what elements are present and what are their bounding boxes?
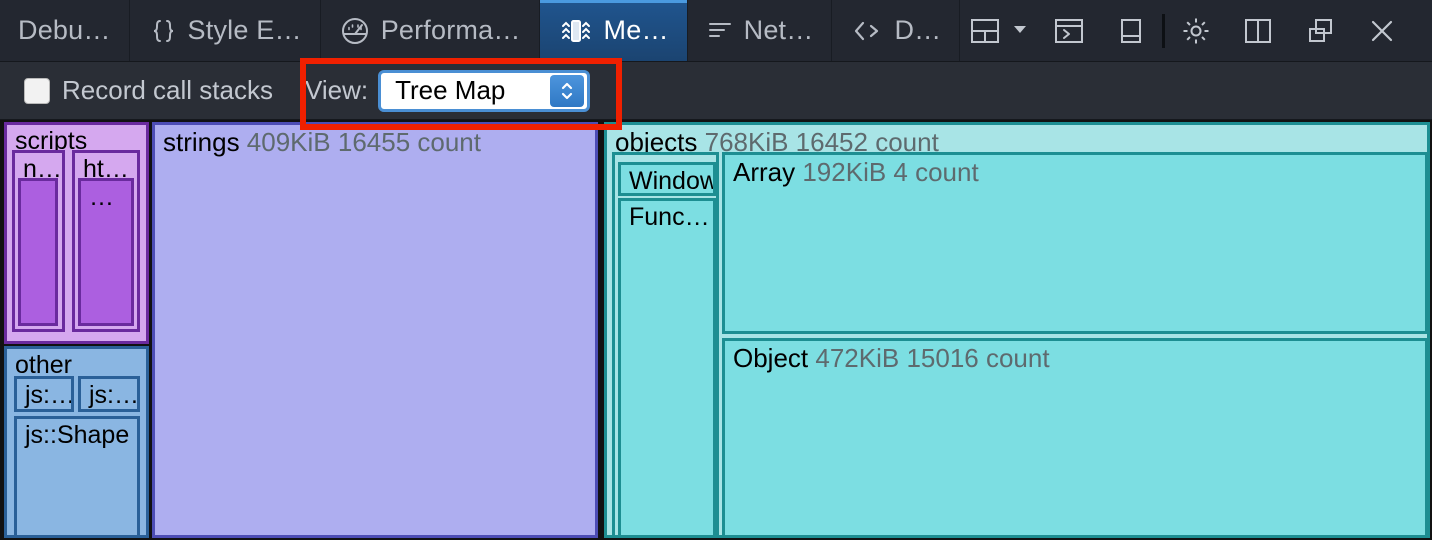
treemap-node-label-objects-window: Window <box>621 165 716 196</box>
tab-dom[interactable]: D… <box>832 0 960 61</box>
treemap-node-name: js:… <box>89 381 139 409</box>
lines-icon <box>706 17 734 45</box>
treemap-node-name: Func… <box>629 203 710 231</box>
treemap-node-name: other <box>15 351 72 379</box>
chevrons-icon <box>850 16 884 46</box>
treemap-node-objects-window[interactable]: Window <box>618 162 716 196</box>
tab-network-label: Net… <box>744 15 814 46</box>
treemap-node-name: … <box>89 183 114 211</box>
treemap-node-strings[interactable]: strings 409KiB 16455 count <box>152 122 598 538</box>
treemap-node-other-shape[interactable]: js::Shape <box>14 416 140 538</box>
treemap-node-name: strings <box>163 127 240 157</box>
tab-memory[interactable]: Me… <box>540 0 688 61</box>
separate-window-icon[interactable] <box>1289 0 1351 61</box>
treemap-node-name: Array <box>733 157 795 187</box>
tab-dom-label: D… <box>894 15 941 46</box>
treemap-node-other-js2[interactable]: js:… <box>78 376 140 412</box>
view-dropdown[interactable]: Tree Map <box>378 70 590 112</box>
layout-split-icon[interactable] <box>960 0 1038 61</box>
treemap-node-scripts-n-leaf[interactable] <box>18 178 58 326</box>
console-prompt-icon[interactable] <box>1038 0 1100 61</box>
braces-icon <box>148 16 178 46</box>
memory-options-toolbar: Record call stacks View: Tree Map <box>0 62 1432 120</box>
treemap-node-name: js::Shape <box>25 421 129 449</box>
record-call-stacks-label: Record call stacks <box>62 75 273 106</box>
tab-performance-label: Performa… <box>381 15 521 46</box>
tab-memory-label: Me… <box>604 15 669 46</box>
record-call-stacks-control[interactable]: Record call stacks <box>24 75 273 106</box>
tab-debugger[interactable]: Debu… <box>0 0 130 61</box>
view-dropdown-value: Tree Map <box>395 75 505 106</box>
treemap-node-label-other-js1: js:… <box>17 379 74 410</box>
tab-debugger-label: Debu… <box>18 15 111 46</box>
treemap-node-name: Object <box>733 343 808 373</box>
treemap-node-label-other-js2: js:… <box>81 379 139 410</box>
treemap-node-label-scripts-ht-leaf: … <box>81 181 114 212</box>
tab-performance[interactable]: Performa… <box>321 0 540 61</box>
devtools-tabbar: Debu… Style E… Performa… <box>0 0 1432 62</box>
treemap-node-objects-function[interactable]: Func… <box>618 198 716 538</box>
treemap-node-other-js1[interactable]: js:… <box>14 376 74 412</box>
dock-bottom-icon[interactable] <box>1100 0 1162 61</box>
treemap-node-name: Window <box>629 167 716 195</box>
gear-icon[interactable] <box>1165 0 1227 61</box>
treemap-node-label-objects-function: Func… <box>621 201 710 232</box>
treemap-node-stats: 472KiB 15016 count <box>808 343 1049 373</box>
view-label: View: <box>305 75 368 106</box>
gauge-icon <box>339 15 371 47</box>
memory-icon <box>558 15 594 47</box>
treemap-node-stats: 409KiB 16455 count <box>240 127 481 157</box>
treemap-node-scripts-ht-leaf[interactable]: … <box>78 178 134 326</box>
stepper-updown-icon[interactable] <box>550 75 584 107</box>
treemap-node-stats: 192KiB 4 count <box>795 157 979 187</box>
treemap-node-label-objects-array: Array 192KiB 4 count <box>725 155 979 188</box>
memory-tree-map[interactable]: scriptsn…ht……otherjs:…js:…js::Shapestrin… <box>0 120 1432 540</box>
treemap-node-objects-array[interactable]: Array 192KiB 4 count <box>722 152 1428 334</box>
tab-style-editor[interactable]: Style E… <box>130 0 321 61</box>
close-icon[interactable] <box>1351 0 1413 61</box>
tab-style-editor-label: Style E… <box>188 15 302 46</box>
treemap-node-objects-object[interactable]: Object 472KiB 15016 count <box>722 338 1428 538</box>
view-control: View: Tree Map <box>305 70 590 112</box>
treemap-node-label-strings: strings 409KiB 16455 count <box>155 125 481 158</box>
treemap-node-label-objects-object: Object 472KiB 15016 count <box>725 341 1050 374</box>
devtools-window: Debu… Style E… Performa… <box>0 0 1432 540</box>
tab-network[interactable]: Net… <box>688 0 833 61</box>
dock-side-icon[interactable] <box>1227 0 1289 61</box>
chevron-down-icon <box>1012 22 1028 40</box>
record-call-stacks-checkbox[interactable] <box>24 78 50 104</box>
treemap-node-name: js:… <box>25 381 74 409</box>
treemap-node-label-other-shape: js::Shape <box>17 419 129 450</box>
